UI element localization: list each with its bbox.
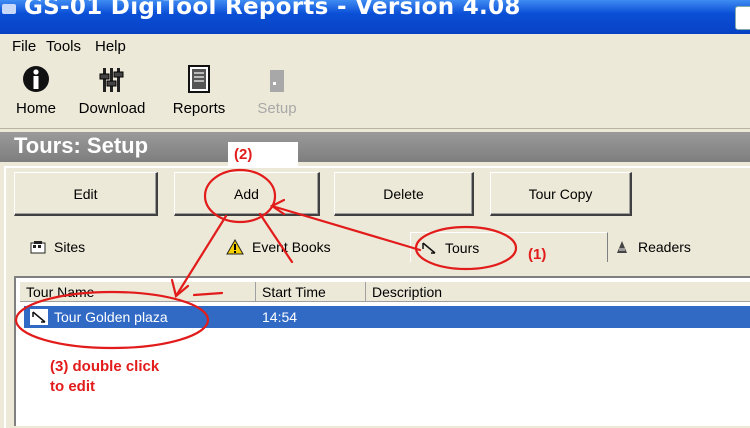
annotation-arrow-1 xyxy=(270,204,422,252)
annotation-arrow-2 xyxy=(174,214,228,298)
annotation-arrow-3 xyxy=(258,212,294,264)
annotation-dash xyxy=(192,291,224,297)
annotation-circle-add xyxy=(203,168,277,224)
annotation-overlay xyxy=(14,168,518,350)
annotation-circle-row xyxy=(14,290,210,350)
annotation-circle-tours xyxy=(414,225,518,271)
